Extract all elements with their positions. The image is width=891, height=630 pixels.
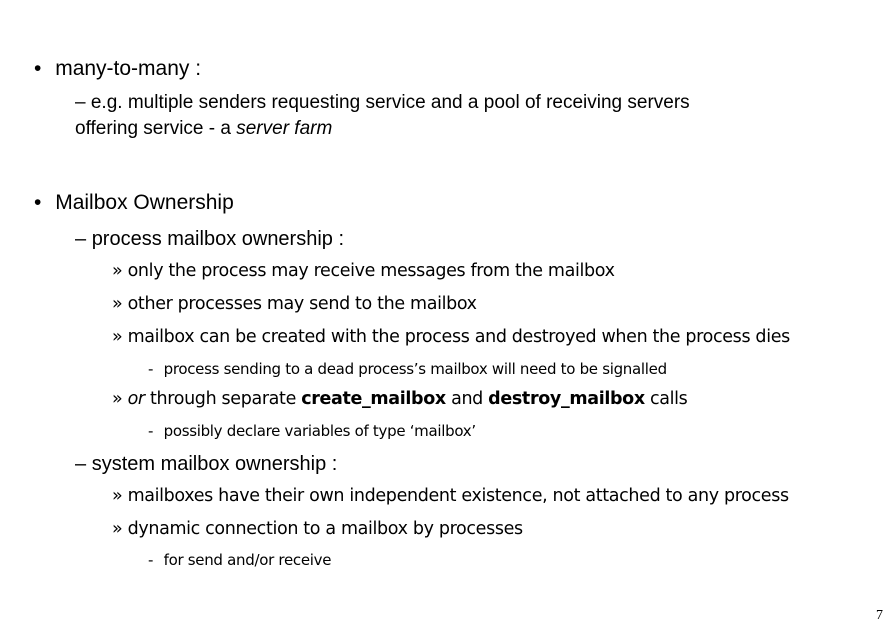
hyphen-marker: - [148, 551, 154, 569]
bullet-text: many-to-many : [55, 57, 202, 80]
point-text: and [445, 389, 489, 409]
sub-item-text: process mailbox ownership : [91, 228, 345, 250]
point-text: through separate [144, 389, 302, 409]
sub-item-server-farm-line2: offering service - a server farm [75, 118, 332, 140]
bullet-marker: • [34, 57, 42, 80]
subpoint-text: for send and/or receive [163, 551, 332, 569]
point-text: mailbox can be created with the process … [127, 327, 791, 347]
sub-item-server-farm-line1: – e.g. multiple senders requesting servi… [75, 92, 690, 114]
point-text: other processes may send to the mailbox [127, 294, 477, 314]
bullet-many-to-many: • many-to-many : [34, 57, 201, 81]
point-others-send: » other processes may send to the mailbo… [112, 294, 477, 314]
point-independent-existence: » mailboxes have their own independent e… [112, 486, 789, 506]
hyphen-marker: - [148, 422, 154, 440]
raquo-marker: » [112, 261, 123, 281]
sub-item-text: offering service - a [75, 118, 237, 139]
subpoint-text: possibly declare variables of type ‘mail… [163, 422, 477, 440]
raquo-marker: » [112, 294, 123, 314]
sub-item-text: system mailbox ownership : [91, 453, 338, 475]
dash-marker: – [75, 228, 87, 250]
point-dynamic-connection: » dynamic connection to a mailbox by pro… [112, 519, 523, 539]
point-separate-calls: » or through separate create_mailbox and… [112, 389, 688, 409]
sub-item-text: e.g. multiple senders requesting service… [90, 92, 690, 113]
bullet-text: Mailbox Ownership [55, 191, 234, 214]
create-mailbox-call: create_mailbox [301, 389, 446, 409]
destroy-mailbox-call: destroy_mailbox [488, 389, 645, 409]
raquo-marker: » [112, 389, 123, 409]
server-farm-term: server farm [236, 118, 333, 139]
dash-marker: – [75, 92, 86, 113]
point-text: mailboxes have their own independent exi… [127, 486, 790, 506]
page-number: 7 [876, 608, 883, 623]
raquo-marker: » [112, 486, 123, 506]
bullet-mailbox-ownership: • Mailbox Ownership [34, 191, 234, 215]
raquo-marker: » [112, 327, 123, 347]
subpoint-dead-process: - process sending to a dead process’s ma… [148, 360, 667, 378]
sub-item-process-ownership: – process mailbox ownership : [75, 228, 344, 251]
dash-marker: – [75, 453, 87, 475]
point-text: dynamic connection to a mailbox by proce… [127, 519, 524, 539]
point-created-with-process: » mailbox can be created with the proces… [112, 327, 790, 347]
or-word: or [127, 389, 146, 409]
sub-item-system-ownership: – system mailbox ownership : [75, 453, 337, 476]
bullet-marker: • [34, 191, 42, 214]
point-text: calls [644, 389, 688, 409]
hyphen-marker: - [148, 360, 154, 378]
subpoint-declare-variables: - possibly declare variables of type ‘ma… [148, 422, 476, 440]
point-text: only the process may receive messages fr… [127, 261, 615, 281]
subpoint-text: process sending to a dead process’s mail… [163, 360, 668, 378]
point-only-process-receive: » only the process may receive messages … [112, 261, 615, 281]
subpoint-send-receive: - for send and/or receive [148, 551, 331, 569]
raquo-marker: » [112, 519, 123, 539]
